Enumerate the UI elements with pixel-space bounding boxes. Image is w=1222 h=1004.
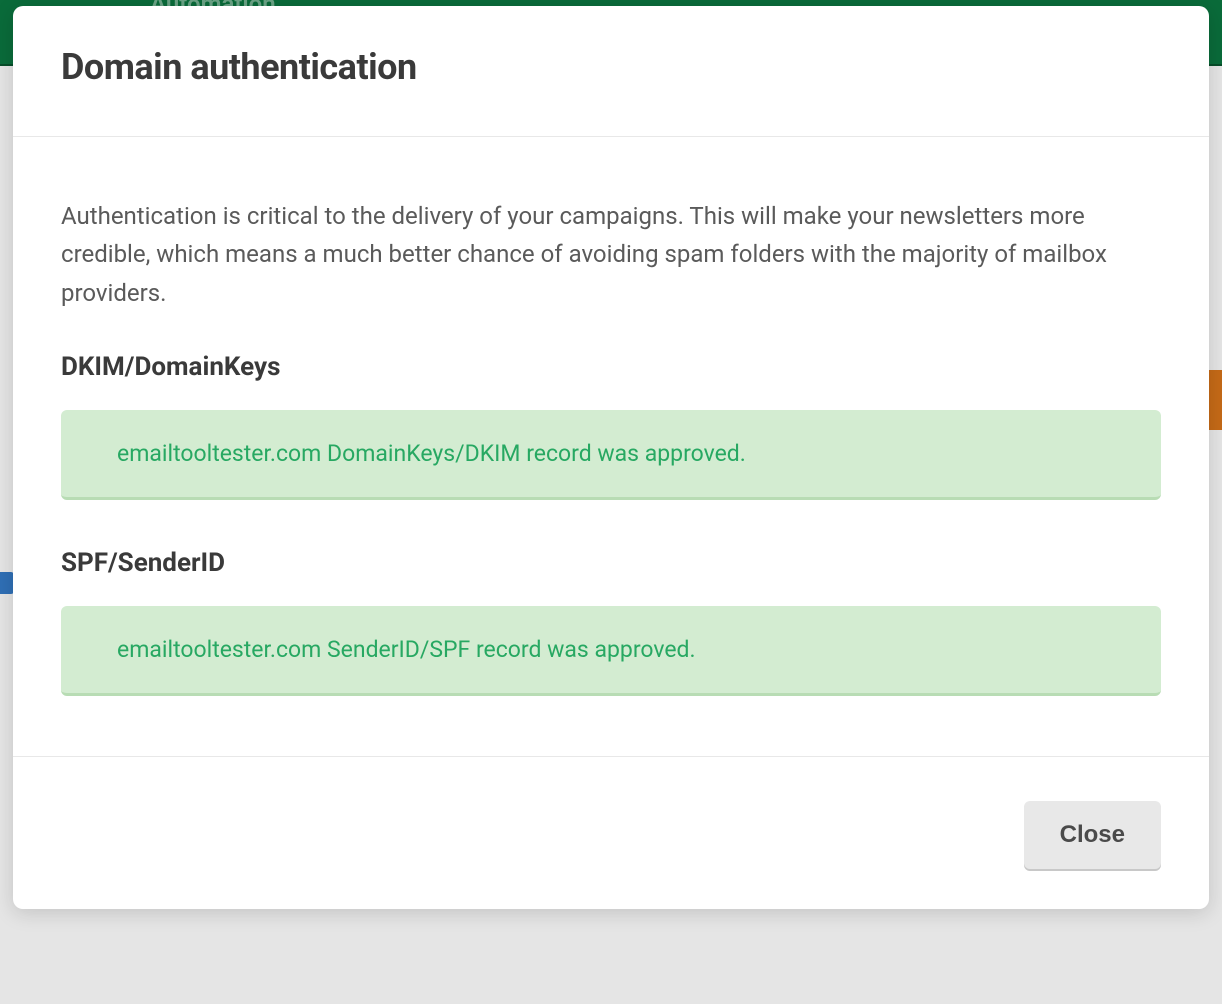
modal-title: Domain authentication [61,46,1161,88]
modal-backdrop: Domain authentication Authentication is … [0,0,1222,1004]
close-button[interactable]: Close [1024,801,1161,869]
spf-section-heading: SPF/SenderID [61,548,1161,578]
spf-status-box: emailtooltester.com SenderID/SPF record … [61,606,1161,696]
domain-authentication-modal: Domain authentication Authentication is … [13,6,1209,909]
dkim-status-box: emailtooltester.com DomainKeys/DKIM reco… [61,410,1161,500]
spf-status-text: emailtooltester.com SenderID/SPF record … [117,636,696,663]
dkim-status-text: emailtooltester.com DomainKeys/DKIM reco… [117,440,746,467]
dkim-section-heading: DKIM/DomainKeys [61,352,1161,382]
modal-header: Domain authentication [13,6,1209,137]
modal-description: Authentication is critical to the delive… [61,197,1161,312]
modal-footer: Close [13,756,1209,909]
modal-body: Authentication is critical to the delive… [13,137,1209,756]
